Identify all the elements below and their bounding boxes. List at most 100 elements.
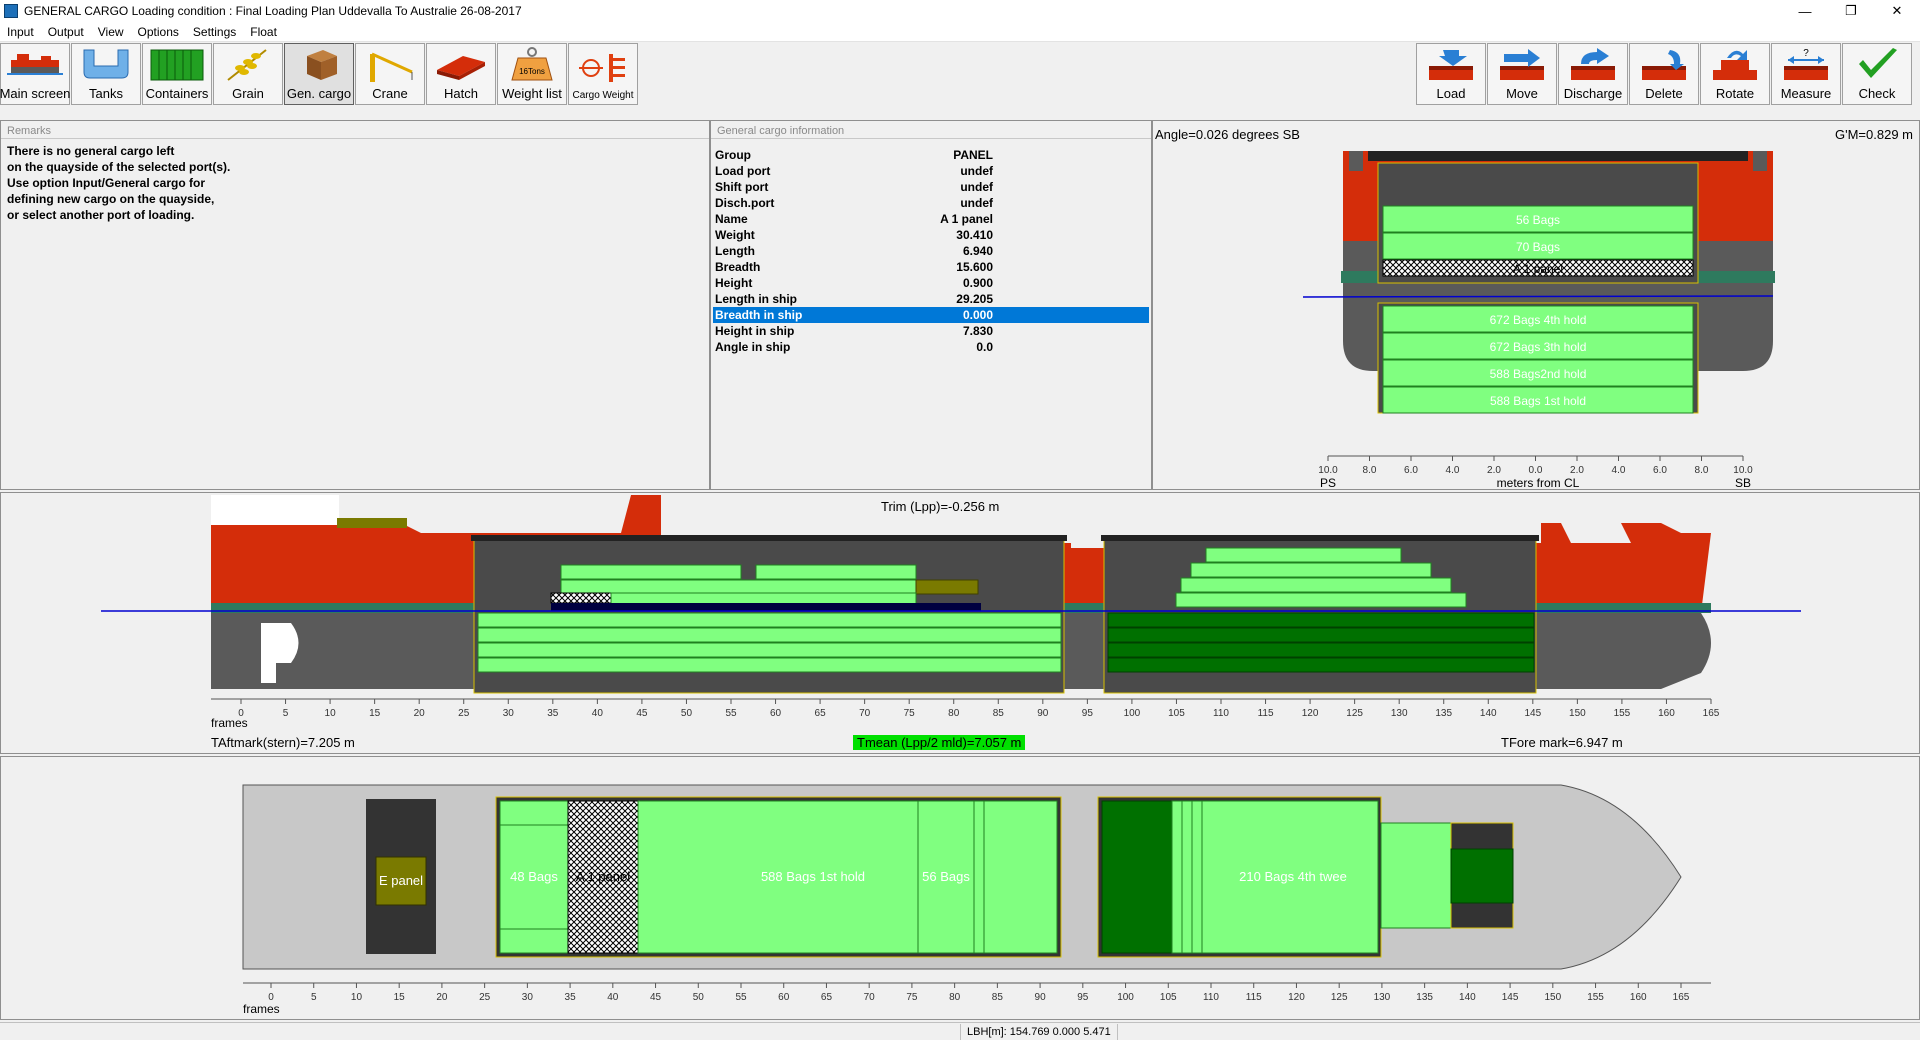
section-drawing: 56 Bags 70 Bags A 1 panel 672 Bags 4th h… [1302,151,1775,489]
menu-float[interactable]: Float [243,25,284,39]
profile-cargo-aft-olive[interactable] [915,579,979,595]
info-row-disch-port[interactable]: Disch.port undef [713,195,1149,211]
profile-frame-tick-label: 100 [1124,708,1141,719]
trim-label: Trim (Lpp)=-0.256 m [881,499,1000,514]
plan-cargo-fwd-strip-2[interactable] [1181,800,1193,954]
section-axis-tick-label: 2.0 [1570,465,1584,476]
close-button[interactable]: ✕ [1874,0,1920,22]
rotate-button[interactable]: Rotate [1700,43,1770,105]
plan-cargo-strip-1[interactable] [973,800,985,954]
restore-button[interactable]: ❐ [1828,0,1874,22]
info-row-weight[interactable]: Weight 30.410 [713,227,1149,243]
check-icon [1849,45,1905,83]
info-key: Length [715,244,755,258]
profile-cargo-a1-panel[interactable] [550,592,612,604]
profile-cargo-aft-3[interactable] [477,642,1062,658]
plan-cargo-dark-green[interactable] [1101,800,1173,954]
plan-cargo-bow-dark[interactable] [1450,848,1514,904]
plan-cargo-strip-2[interactable] [983,800,1058,954]
info-value: 6.940 [962,244,993,258]
plan-frame-tick-label: 155 [1587,992,1604,1003]
profile-cargo-fwd-1[interactable] [1107,612,1535,628]
minimize-button[interactable]: — [1782,0,1828,22]
profile-cargo-aft-5[interactable] [560,564,742,580]
menu-input[interactable]: Input [0,25,41,39]
crane-button[interactable]: Crane [355,43,425,105]
menu-settings[interactable]: Settings [186,25,243,39]
discharge-button[interactable]: Discharge [1558,43,1628,105]
profile-cargo-aft-4[interactable] [477,657,1062,673]
move-button[interactable]: Move [1487,43,1557,105]
gen-cargo-button[interactable]: Gen. cargo [284,43,354,105]
plan-view-panel[interactable]: E panel 48 Bags A 1 panel 588 Bags 1st h… [0,756,1920,1020]
profile-cargo-aft-dark [551,603,981,611]
status-bar: LBH[m]: 154.769 0.000 5.471 [0,1022,1920,1040]
profile-cargo-fwd-7[interactable] [1180,577,1452,593]
cargo-weight-button[interactable]: Cargo Weight [568,43,638,105]
profile-cargo-aft-6[interactable] [755,564,917,580]
plan-cargo-fwd-strip-3[interactable] [1191,800,1203,954]
info-key: Group [715,148,751,162]
info-row-length-in-ship[interactable]: Length in ship 29.205 [713,291,1149,307]
profile-cargo-fwd-6[interactable] [1190,562,1432,578]
info-value: A 1 panel [940,212,993,226]
grain-label: Grain [232,86,264,101]
info-row-length[interactable]: Length 6.940 [713,243,1149,259]
remarks-panel: Remarks There is no general cargo left o… [0,120,710,490]
profile-cargo-fwd-5[interactable] [1205,547,1402,563]
section-view-panel[interactable]: Angle=0.026 degrees SB G'M=0.829 m 56 Ba… [1152,120,1920,490]
profile-cargo-aft-7[interactable] [560,579,917,595]
menu-options[interactable]: Options [131,25,186,39]
containers-button[interactable]: Containers [142,43,212,105]
plan-frame-tick-label: 110 [1203,992,1219,1003]
profile-cargo-fwd-4[interactable] [1107,657,1535,673]
measure-button[interactable]: ? Measure [1771,43,1841,105]
tanks-button[interactable]: Tanks [71,43,141,105]
menu-view[interactable]: View [91,25,131,39]
plan-frame-tick-label: 100 [1117,992,1134,1003]
discharge-label: Discharge [1563,86,1623,101]
main-screen-button[interactable]: Main screen [0,43,70,105]
containers-label: Containers [145,86,209,101]
info-row-name[interactable]: Name A 1 panel [713,211,1149,227]
cargo-info-title: General cargo information [711,121,1151,139]
info-row-height[interactable]: Height 0.900 [713,275,1149,291]
info-row-height-in-ship[interactable]: Height in ship 7.830 [713,323,1149,339]
profile-view-panel[interactable]: 0 5 10 15 20 25 30 35 40 45 50 55 60 65 70 75 80 85 90 95 10… [0,492,1920,754]
info-row-angle-in-ship[interactable]: Angle in ship 0.0 [713,339,1149,355]
hatch-label: Hatch [444,86,478,101]
info-row-breadth-in-ship[interactable]: Breadth in ship 0.000 [713,307,1149,323]
profile-cargo-aft-2[interactable] [477,627,1062,643]
info-row-shift-port[interactable]: Shift port undef [713,179,1149,195]
weight-list-button[interactable]: 16Tons Weight list [497,43,567,105]
title-bar: GENERAL CARGO Loading condition : Final … [0,0,1920,22]
section-hatch-cover [1368,151,1748,161]
profile-cargo-fwd-8[interactable] [1175,592,1467,608]
plan-label-588-bags: 588 Bags 1st hold [761,869,865,884]
profile-frame-tick-label: 25 [458,708,470,719]
profile-cargo-aft-1[interactable] [477,612,1062,628]
profile-frame-tick-label: 120 [1302,708,1319,719]
info-row-load-port[interactable]: Load port undef [713,163,1149,179]
plan-label-48-bags: 48 Bags [510,869,558,884]
hatch-button[interactable]: Hatch [426,43,496,105]
profile-cargo-fwd-3[interactable] [1107,642,1535,658]
check-button[interactable]: Check [1842,43,1912,105]
plan-cargo-fwd-strip-1[interactable] [1171,800,1183,954]
plan-label-a1-panel: A 1 panel [576,869,630,884]
profile-cargo-fwd-2[interactable] [1107,627,1535,643]
load-button[interactable]: Load [1416,43,1486,105]
info-value: 7.830 [962,324,993,338]
menu-output[interactable]: Output [41,25,91,39]
grain-button[interactable]: Grain [213,43,283,105]
profile-frame-tick-label: 110 [1213,708,1229,719]
delete-icon [1636,45,1692,83]
window-controls: — ❐ ✕ [1782,0,1920,22]
info-row-group[interactable]: Group PANEL [713,147,1149,163]
status-lbh: LBH[m]: 154.769 0.000 5.471 [960,1024,1118,1040]
info-row-breadth[interactable]: Breadth 15.600 [713,259,1149,275]
profile-frame-tick-label: 5 [283,708,289,719]
discharge-icon [1565,45,1621,83]
delete-button[interactable]: Delete [1629,43,1699,105]
profile-frame-tick-label: 150 [1569,708,1586,719]
